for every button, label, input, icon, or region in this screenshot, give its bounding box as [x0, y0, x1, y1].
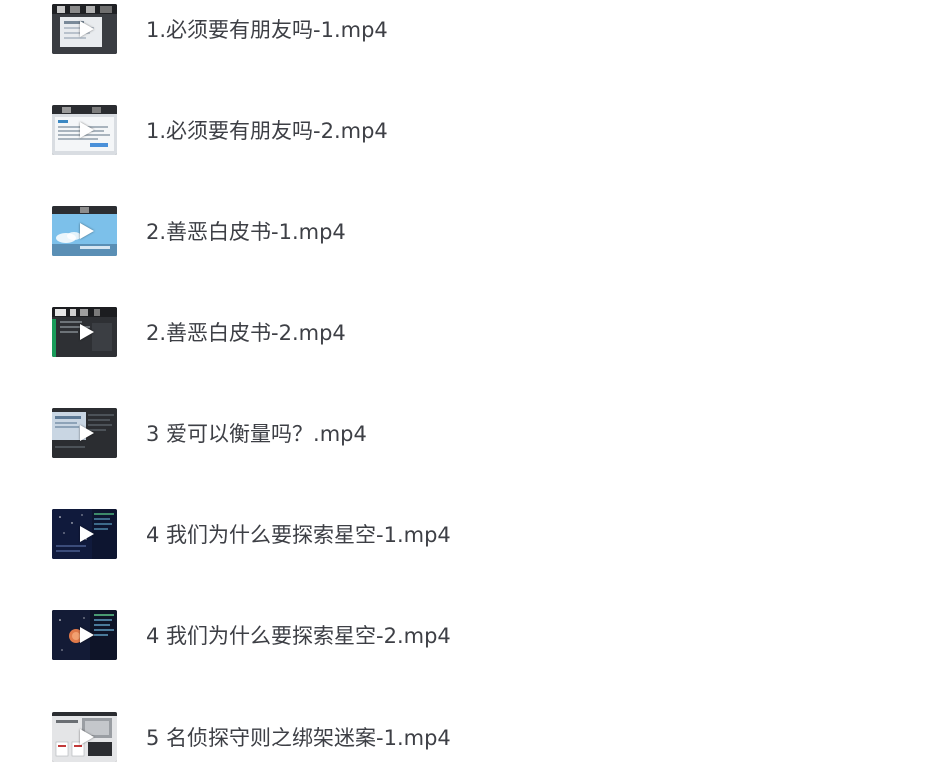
- play-icon: [80, 425, 94, 441]
- file-item-6[interactable]: 4 我们为什么要探索星空-1.mp4: [0, 505, 950, 565]
- video-thumbnail[interactable]: [52, 509, 117, 559]
- file-item-7[interactable]: 4 我们为什么要探索星空-2.mp4: [0, 606, 950, 666]
- file-item-1[interactable]: 1.必须要有朋友吗-1.mp4: [0, 0, 950, 60]
- video-thumbnail[interactable]: [52, 408, 117, 458]
- video-thumbnail[interactable]: [52, 4, 117, 54]
- file-name[interactable]: 4 我们为什么要探索星空-1.mp4: [146, 522, 451, 548]
- file-name[interactable]: 1.必须要有朋友吗-2.mp4: [146, 118, 388, 144]
- file-item-4[interactable]: 2.善恶白皮书-2.mp4: [0, 303, 950, 363]
- play-icon: [80, 21, 94, 37]
- play-icon: [80, 729, 94, 745]
- file-name[interactable]: 4 我们为什么要探索星空-2.mp4: [146, 623, 451, 649]
- file-name[interactable]: 3 爱可以衡量吗？.mp4: [146, 421, 367, 447]
- play-icon: [80, 526, 94, 542]
- video-thumbnail[interactable]: [52, 307, 117, 357]
- play-icon: [80, 627, 94, 643]
- file-name[interactable]: 1.必须要有朋友吗-1.mp4: [146, 17, 388, 43]
- file-name[interactable]: 2.善恶白皮书-2.mp4: [146, 320, 346, 346]
- video-thumbnail[interactable]: [52, 206, 117, 256]
- play-icon: [80, 223, 94, 239]
- video-thumbnail[interactable]: [52, 105, 117, 155]
- file-item-8[interactable]: 5 名侦探守则之绑架迷案-1.mp4: [0, 708, 950, 768]
- file-item-5[interactable]: 3 爱可以衡量吗？.mp4: [0, 404, 950, 464]
- play-icon: [80, 324, 94, 340]
- video-thumbnail[interactable]: [52, 610, 117, 660]
- file-name[interactable]: 5 名侦探守则之绑架迷案-1.mp4: [146, 725, 451, 751]
- file-name[interactable]: 2.善恶白皮书-1.mp4: [146, 219, 346, 245]
- video-thumbnail[interactable]: [52, 712, 117, 762]
- play-icon: [80, 122, 94, 138]
- file-item-2[interactable]: 1.必须要有朋友吗-2.mp4: [0, 101, 950, 161]
- file-item-3[interactable]: 2.善恶白皮书-1.mp4: [0, 202, 950, 262]
- video-file-list: 1.必须要有朋友吗-1.mp4 1.必须要有朋友吗-2.mp4 2.善恶白皮书-…: [0, 0, 950, 781]
